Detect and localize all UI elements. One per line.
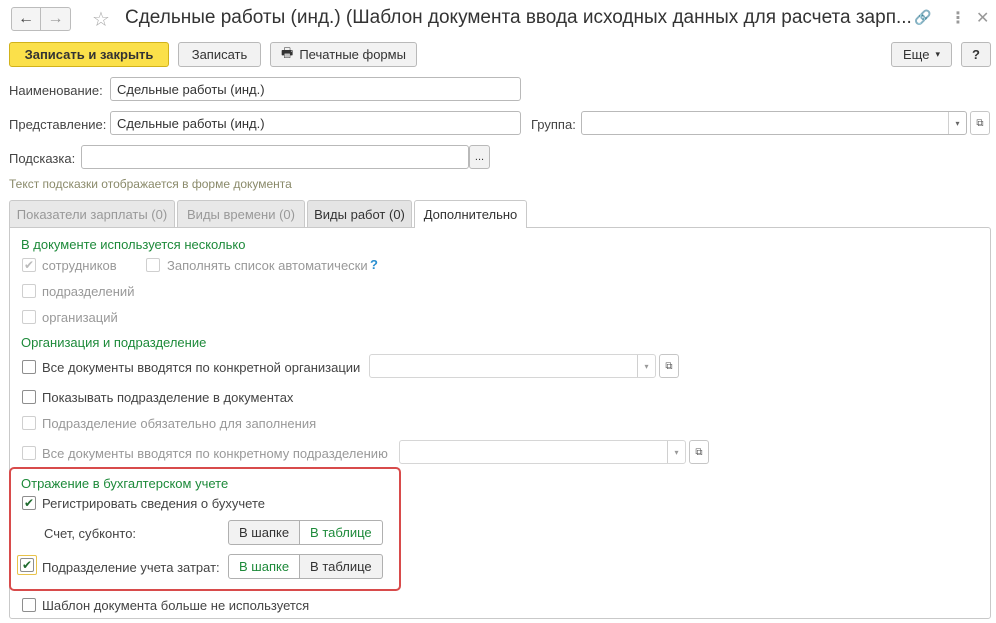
cost-dept-checkbox[interactable]: ✔ xyxy=(20,558,34,572)
cost-dept-segmented-control: В шапке В таблице xyxy=(228,554,383,579)
back-arrow-icon: ← xyxy=(18,10,34,27)
section-multiple-title: В документе используется несколько xyxy=(21,237,246,252)
close-icon[interactable]: ✕ xyxy=(976,8,989,28)
cost-dept-in-header-button[interactable]: В шапке xyxy=(228,554,301,579)
tab-additional[interactable]: Дополнительно xyxy=(414,200,527,228)
cost-dept-label: Подразделение учета затрат: xyxy=(42,560,220,575)
hint-input[interactable] xyxy=(81,145,469,169)
save-button[interactable]: Записать xyxy=(178,42,261,67)
section-org-title: Организация и подразделение xyxy=(21,335,207,350)
all-docs-dept-checkbox[interactable] xyxy=(22,446,36,460)
account-segmented-control: В шапке В таблице xyxy=(228,520,383,545)
departments-checkbox[interactable] xyxy=(22,284,36,298)
all-docs-org-label: Все документы вводятся по конкретной орг… xyxy=(42,360,361,375)
tab-salary-indicators[interactable]: Показатели зарплаты (0) xyxy=(9,200,175,227)
forward-button[interactable]: → xyxy=(41,7,71,31)
open-icon[interactable]: ⧉ xyxy=(689,440,709,464)
save-close-button[interactable]: Записать и закрыть xyxy=(9,42,169,67)
organizations-label: организаций xyxy=(42,310,118,325)
chevron-down-icon: ▾ xyxy=(935,49,940,59)
section-accounting-title: Отражение в бухгалтерском учете xyxy=(21,476,229,491)
chevron-down-icon[interactable]: ▾ xyxy=(948,112,966,134)
hint-note: Текст подсказки отображается в форме док… xyxy=(9,177,292,191)
group-input[interactable]: ▾ xyxy=(581,111,967,135)
group-label: Группа: xyxy=(531,117,576,132)
forward-arrow-icon: → xyxy=(47,10,64,27)
window-title: Сдельные работы (инд.) (Шаблон документа… xyxy=(125,7,912,28)
tab-time-types[interactable]: Виды времени (0) xyxy=(177,200,305,227)
not-used-label: Шаблон документа больше не используется xyxy=(42,598,310,613)
register-accounting-label: Регистрировать сведения о бухучете xyxy=(42,496,266,511)
back-button[interactable]: ← xyxy=(11,7,41,31)
link-icon[interactable]: 🔗 xyxy=(914,9,931,26)
hint-select-button[interactable]: ... xyxy=(469,145,490,169)
hint-label: Подсказка: xyxy=(9,151,76,166)
printer-icon: 🖶 xyxy=(281,44,294,60)
employees-checkbox[interactable]: ✔ xyxy=(22,258,36,272)
all-docs-dept-label: Все документы вводятся по конкретному по… xyxy=(42,446,388,461)
organizations-checkbox[interactable] xyxy=(22,310,36,324)
representation-input[interactable]: Сдельные работы (инд.) xyxy=(110,111,521,135)
menu-icon[interactable]: ⋮ xyxy=(950,8,966,28)
open-icon[interactable]: ⧉ xyxy=(659,354,679,378)
print-forms-label: Печатные формы xyxy=(299,47,406,62)
employees-label: сотрудников xyxy=(42,258,117,273)
star-icon[interactable]: ☆ xyxy=(92,7,110,32)
all-docs-org-checkbox[interactable] xyxy=(22,360,36,374)
more-label: Еще xyxy=(903,47,930,62)
help-icon[interactable]: ? xyxy=(370,257,378,272)
organization-input[interactable]: ▾ xyxy=(369,354,656,378)
dept-required-checkbox[interactable] xyxy=(22,416,36,430)
account-in-header-button[interactable]: В шапке xyxy=(228,520,301,545)
account-in-table-button[interactable]: В таблице xyxy=(300,520,383,545)
more-button[interactable]: Еще ▾ xyxy=(891,42,952,67)
cost-dept-in-table-button[interactable]: В таблице xyxy=(300,554,383,579)
department-input[interactable]: ▾ xyxy=(399,440,686,464)
dept-required-label: Подразделение обязательно для заполнения xyxy=(42,416,317,431)
help-button[interactable]: ? xyxy=(961,42,991,67)
autofill-label: Заполнять список автоматически xyxy=(167,258,368,273)
name-input[interactable]: Сдельные работы (инд.) xyxy=(110,77,521,101)
show-dept-checkbox[interactable] xyxy=(22,390,36,404)
name-label: Наименование: xyxy=(9,83,103,98)
departments-label: подразделений xyxy=(42,284,135,299)
cost-dept-checkbox-focus: ✔ xyxy=(17,555,37,575)
not-used-checkbox[interactable] xyxy=(22,598,36,612)
account-label: Счет, субконто: xyxy=(44,526,137,541)
open-icon[interactable]: ⧉ xyxy=(970,111,990,135)
autofill-checkbox[interactable] xyxy=(146,258,160,272)
show-dept-label: Показывать подразделение в документах xyxy=(42,390,294,405)
register-accounting-checkbox[interactable]: ✔ xyxy=(22,496,36,510)
tab-work-types[interactable]: Виды работ (0) xyxy=(307,200,412,227)
chevron-down-icon[interactable]: ▾ xyxy=(667,441,685,463)
chevron-down-icon[interactable]: ▾ xyxy=(637,355,655,377)
representation-label: Представление: xyxy=(9,117,107,132)
print-forms-button[interactable]: 🖶 Печатные формы xyxy=(270,42,417,67)
